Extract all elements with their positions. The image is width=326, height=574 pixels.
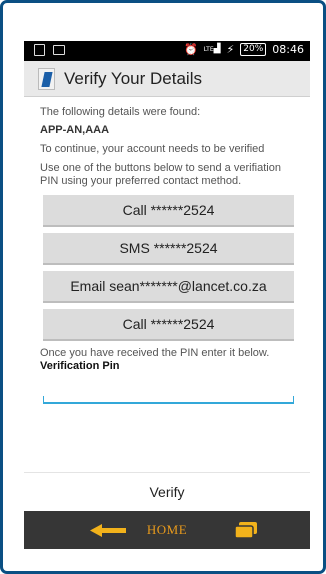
pin-label: Verification Pin xyxy=(40,360,120,372)
app-logo-icon xyxy=(38,68,55,90)
navigation-bar: HOME xyxy=(24,511,310,549)
found-text: The following details were found: xyxy=(40,106,201,118)
clock: 08:46 xyxy=(272,43,304,56)
verify-button[interactable]: Verify xyxy=(24,474,310,511)
recent-apps-icon[interactable] xyxy=(234,522,258,539)
page-title: Verify Your Details xyxy=(64,69,202,88)
status-bar: ⏰ LTE▟ ⚡ 20% 08:46 xyxy=(24,41,310,61)
divider xyxy=(24,472,310,473)
continue-text: To continue, your account needs to be ve… xyxy=(40,143,265,155)
charging-icon: ⚡ xyxy=(226,43,235,56)
call-button-2[interactable]: Call ******2524 xyxy=(43,309,294,341)
pin-prompt: Once you have received the PIN enter it … xyxy=(40,347,270,359)
alarm-icon: ⏰ xyxy=(183,43,198,56)
signal-icon: LTE▟ xyxy=(203,44,221,54)
verification-pin-input[interactable] xyxy=(43,396,294,404)
pin-section: Once you have received the PIN enter it … xyxy=(40,347,298,372)
sms-button[interactable]: SMS ******2524 xyxy=(43,233,294,265)
home-button[interactable]: HOME xyxy=(24,522,310,538)
instruction-text: Use one of the buttons below to send a v… xyxy=(40,162,281,187)
gallery-notification-icon xyxy=(53,45,65,55)
sim-icon xyxy=(34,44,45,56)
account-name: APP-AN,AAA xyxy=(40,124,110,136)
title-bar: Verify Your Details xyxy=(24,61,310,97)
details-section: The following details were found: APP-AN… xyxy=(40,101,298,188)
call-button[interactable]: Call ******2524 xyxy=(43,195,294,227)
battery-indicator: 20% xyxy=(240,43,267,56)
email-button[interactable]: Email sean*******@lancet.co.za xyxy=(43,271,294,303)
